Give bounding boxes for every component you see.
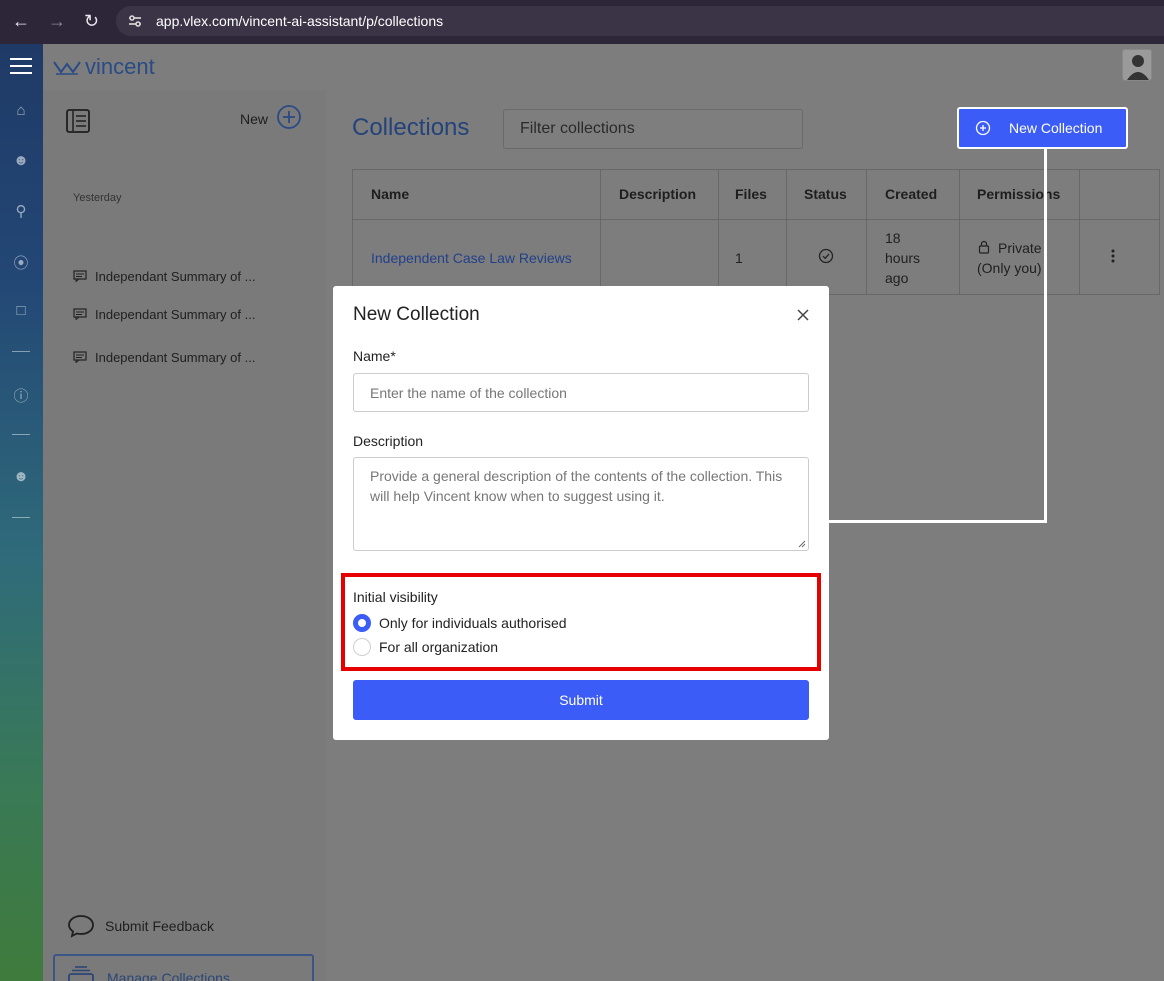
column-header-name[interactable]: Name bbox=[371, 170, 409, 219]
reload-icon[interactable]: ↻ bbox=[84, 11, 99, 31]
name-label: Name* bbox=[353, 348, 396, 364]
browser-toolbar: ← → ↻ app.vlex.com/vincent-ai-assistant/… bbox=[0, 0, 1164, 44]
collection-name-input[interactable]: Enter the name of the collection bbox=[353, 373, 809, 412]
table-divider bbox=[959, 170, 960, 294]
vincent-logo-icon bbox=[53, 61, 81, 75]
submit-button[interactable]: Submit bbox=[353, 680, 809, 720]
history-item[interactable]: Independant Summary of ... bbox=[73, 347, 255, 367]
table-divider bbox=[786, 170, 787, 294]
chat-icon bbox=[73, 351, 87, 363]
info-icon[interactable]: ⓘ bbox=[11, 385, 31, 405]
submit-feedback-label: Submit Feedback bbox=[105, 918, 214, 934]
submit-feedback-button[interactable]: Submit Feedback bbox=[67, 913, 214, 939]
left-rail: ⌂ ☻ ⚲ ⦿ □ ⓘ ☻ bbox=[0, 44, 43, 981]
annotation-connector bbox=[1044, 149, 1047, 523]
column-header-description[interactable]: Description bbox=[619, 170, 696, 219]
description-placeholder: Provide a general description of the con… bbox=[370, 468, 783, 504]
table-divider bbox=[1079, 170, 1080, 294]
avatar[interactable] bbox=[1122, 49, 1152, 81]
column-header-created[interactable]: Created bbox=[885, 170, 937, 219]
top-bar: vincent bbox=[43, 44, 1164, 90]
created-line: ago bbox=[885, 270, 909, 286]
history-item-label: Independant Summary of ... bbox=[95, 268, 256, 284]
new-collection-dialog: New Collection Name* Enter the name of t… bbox=[333, 286, 829, 740]
collection-description-input[interactable]: Provide a general description of the con… bbox=[353, 457, 809, 551]
add-user-icon[interactable]: ☻ bbox=[11, 468, 31, 488]
page-title: Collections bbox=[352, 114, 470, 141]
logo-text: vincent bbox=[85, 54, 155, 79]
back-icon[interactable]: ← bbox=[12, 11, 30, 31]
history-item[interactable]: Independant Summary of ... bbox=[73, 266, 255, 286]
history-group-label: Yesterday bbox=[73, 192, 122, 204]
description-label: Description bbox=[353, 433, 424, 449]
plus-circle-icon[interactable] bbox=[276, 104, 302, 130]
plus-circle-icon bbox=[975, 120, 991, 136]
new-chat-label[interactable]: New bbox=[240, 111, 268, 127]
column-header-files[interactable]: Files bbox=[735, 170, 767, 219]
collections-table: Name Description Files Status Created Pe… bbox=[352, 169, 1160, 295]
vincent-logo[interactable]: vincent bbox=[53, 54, 155, 79]
home-icon[interactable]: ⌂ bbox=[11, 102, 31, 122]
collections-icon bbox=[68, 966, 94, 981]
resize-handle-icon[interactable] bbox=[798, 540, 806, 548]
site-settings-icon[interactable] bbox=[126, 12, 144, 30]
manage-collections-label: Manage Collections bbox=[107, 970, 230, 981]
rail-divider bbox=[12, 434, 30, 435]
created-line: 18 bbox=[885, 230, 901, 246]
menu-icon[interactable] bbox=[10, 58, 32, 74]
collection-name-link[interactable]: Independent Case Law Reviews bbox=[371, 250, 572, 266]
table-divider bbox=[718, 170, 719, 294]
new-collection-label: New Collection bbox=[1009, 120, 1103, 136]
sidebar: New Yesterday Independant Summary of ...… bbox=[43, 90, 326, 981]
forward-icon[interactable]: → bbox=[48, 11, 66, 31]
column-header-status[interactable]: Status bbox=[804, 170, 847, 219]
new-collection-button[interactable]: New Collection bbox=[957, 107, 1128, 149]
filter-collections-input[interactable]: Filter collections bbox=[503, 109, 803, 149]
table-divider bbox=[600, 170, 601, 294]
collection-files-count: 1 bbox=[735, 250, 743, 266]
history-item-label: Independant Summary of ... bbox=[95, 349, 256, 365]
address-bar[interactable]: app.vlex.com/vincent-ai-assistant/p/coll… bbox=[116, 6, 1164, 36]
table-divider bbox=[866, 170, 867, 294]
permission-line: Private bbox=[998, 240, 1042, 256]
manage-collections-button[interactable]: Manage Collections bbox=[53, 954, 314, 981]
history-item-label: Independant Summary of ... bbox=[95, 306, 256, 322]
column-header-permissions[interactable]: Permissions bbox=[977, 170, 1060, 219]
check-circle-icon bbox=[818, 248, 834, 264]
chat-icon bbox=[73, 270, 87, 282]
document-list-icon[interactable] bbox=[65, 108, 91, 134]
url-text[interactable]: app.vlex.com/vincent-ai-assistant/p/coll… bbox=[156, 13, 443, 29]
annotation-connector bbox=[829, 520, 1047, 523]
speech-bubble-icon bbox=[68, 915, 94, 938]
compass-icon[interactable]: ⦿ bbox=[11, 252, 31, 272]
user-icon[interactable]: ☻ bbox=[11, 152, 31, 172]
permission-line: (Only you) bbox=[977, 260, 1042, 276]
history-item[interactable]: Independant Summary of ... bbox=[73, 304, 255, 324]
more-options-icon[interactable] bbox=[1110, 248, 1116, 264]
folder-icon[interactable]: □ bbox=[11, 302, 31, 322]
search-icon[interactable]: ⚲ bbox=[11, 202, 31, 222]
rail-divider bbox=[12, 517, 30, 518]
highlight-box bbox=[341, 573, 821, 671]
close-icon[interactable] bbox=[796, 308, 810, 322]
rail-divider bbox=[12, 351, 30, 352]
dialog-title: New Collection bbox=[353, 304, 480, 325]
table-divider bbox=[353, 219, 1159, 220]
chat-icon bbox=[73, 308, 87, 320]
lock-icon bbox=[978, 240, 990, 254]
created-line: hours bbox=[885, 250, 921, 266]
